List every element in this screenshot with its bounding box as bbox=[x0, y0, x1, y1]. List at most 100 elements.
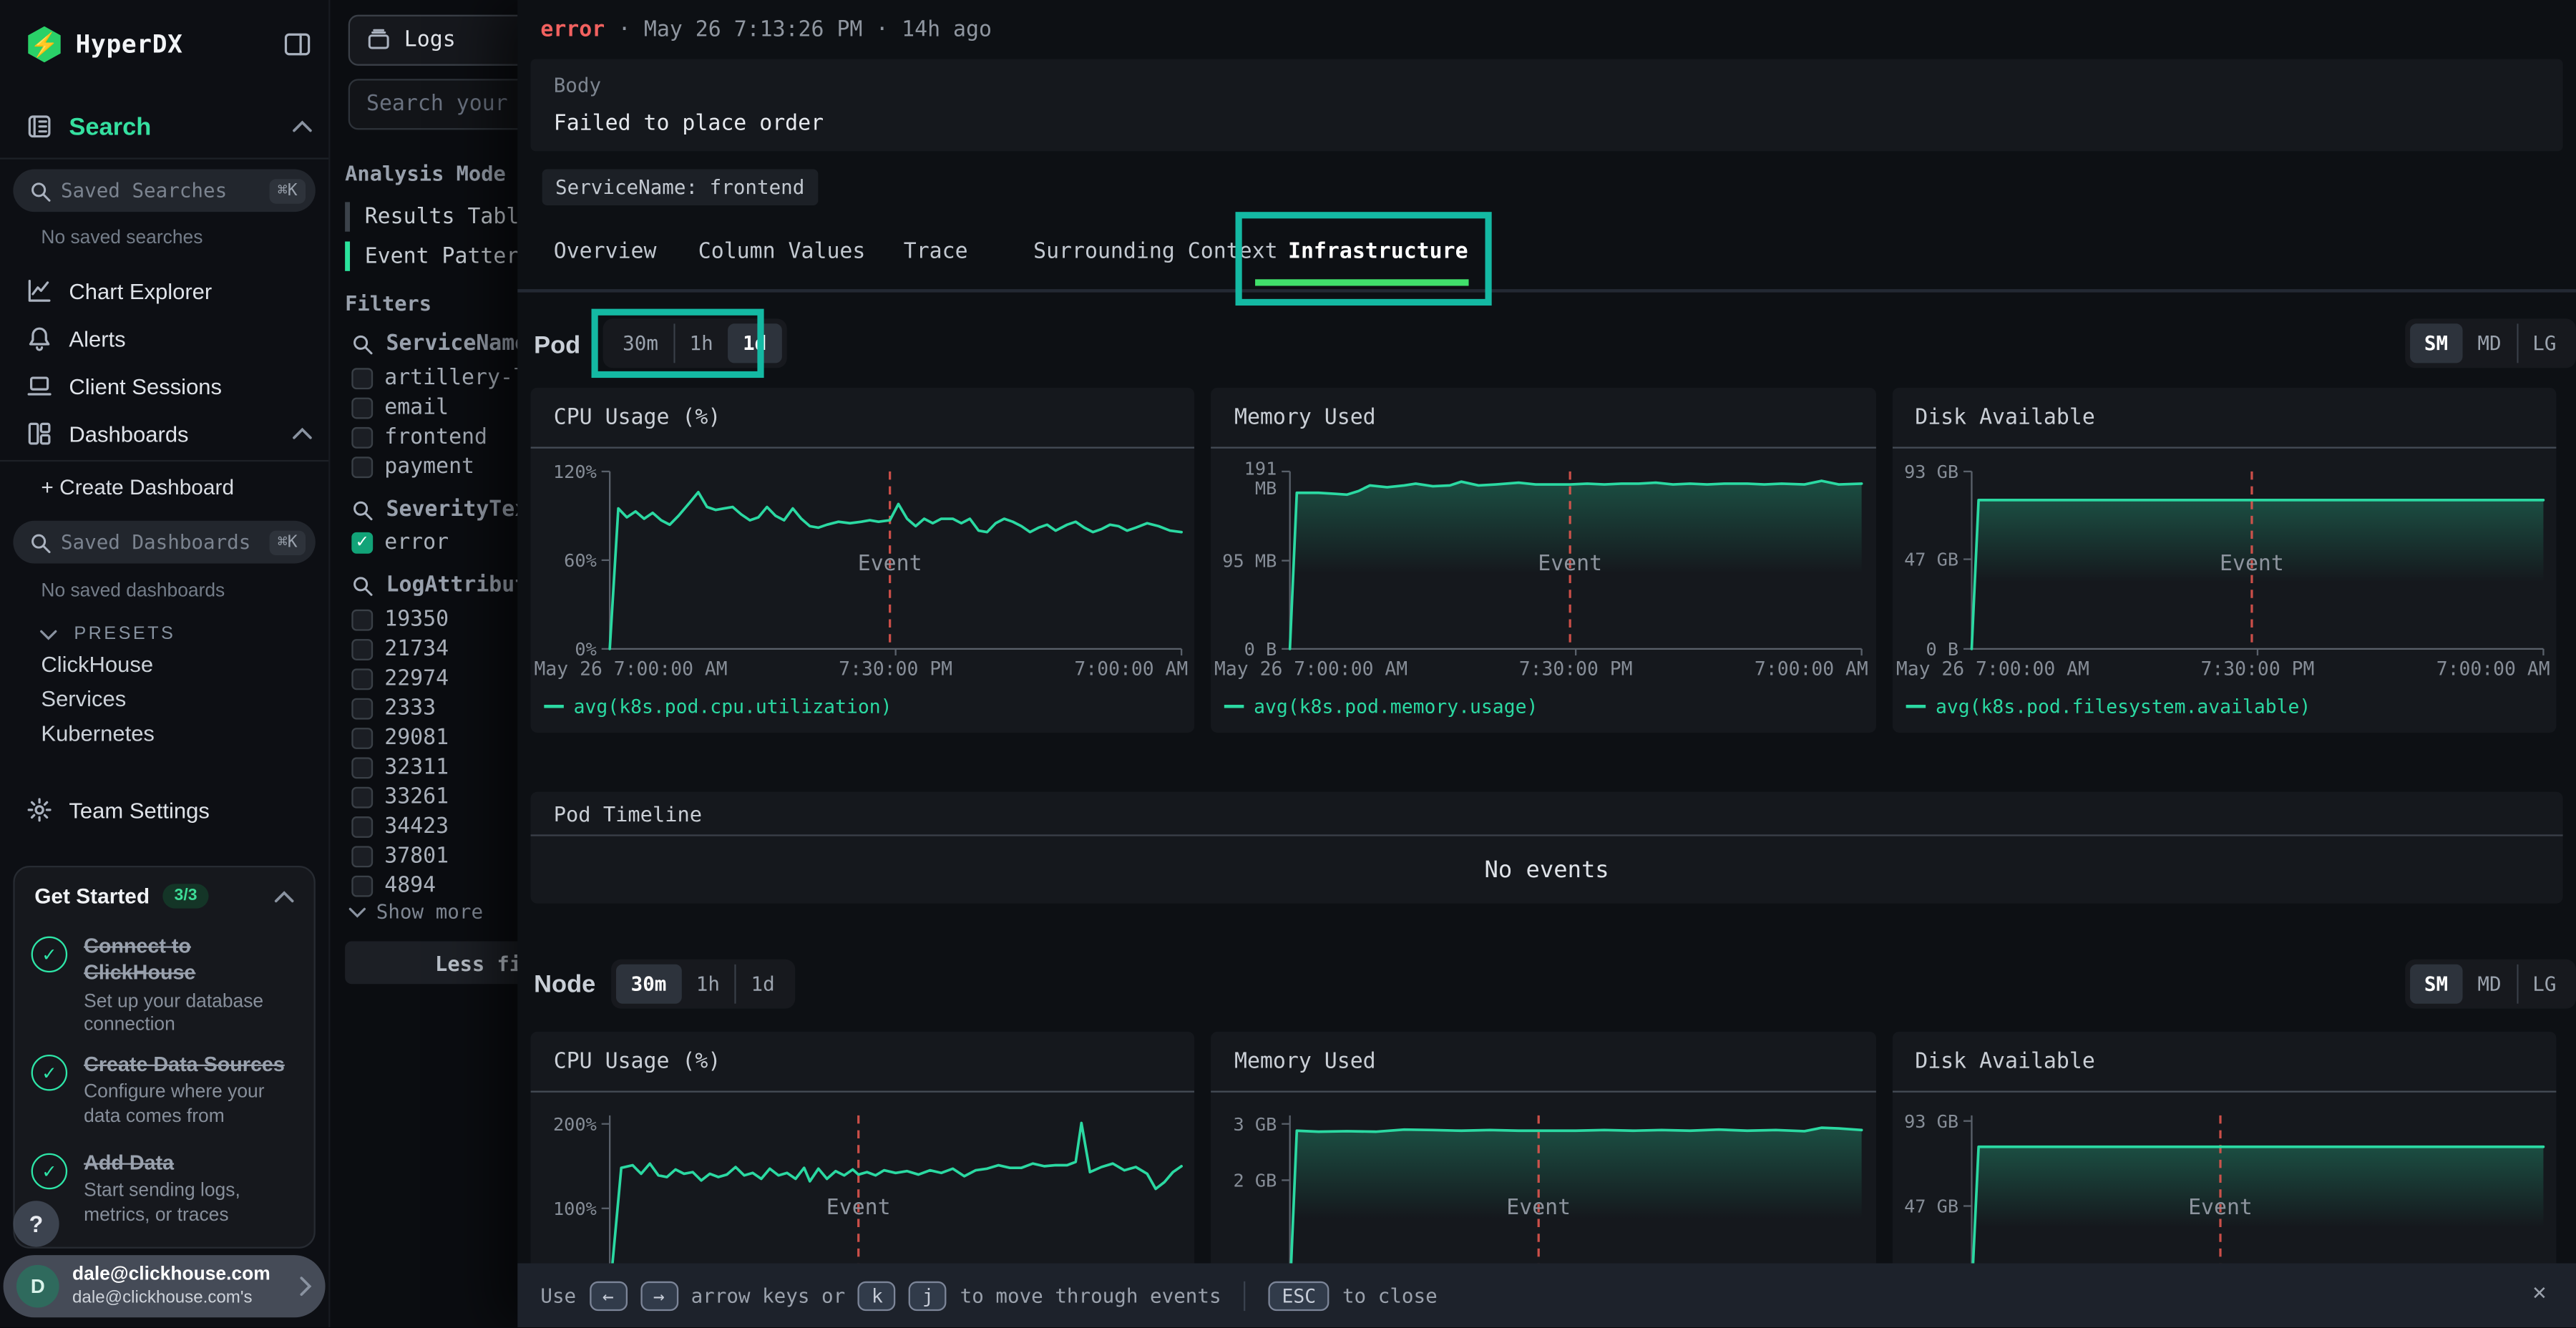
sidebar-item-search[interactable]: Search bbox=[26, 109, 312, 145]
dashboards-icon bbox=[26, 421, 53, 447]
pod-timeline-card: Pod Timeline No events bbox=[531, 792, 2563, 904]
filter-option-34423[interactable]: 34423 bbox=[351, 813, 449, 839]
event-marker-label: Event bbox=[858, 551, 922, 576]
filter-option-33261[interactable]: 33261 bbox=[351, 783, 449, 810]
chevron-up-icon[interactable] bbox=[293, 120, 313, 133]
checkbox[interactable] bbox=[351, 845, 373, 866]
show-more-toggle[interactable]: Show more bbox=[348, 900, 483, 923]
chevron-up-icon[interactable] bbox=[274, 889, 294, 902]
saved-dashboards-input[interactable]: Saved Dashboards ⌘K bbox=[13, 521, 315, 564]
node-range-1d[interactable]: 1d bbox=[735, 965, 790, 1004]
tab-column-values[interactable]: Column Values bbox=[698, 240, 866, 264]
presets-toggle[interactable]: PRESETS bbox=[39, 616, 312, 653]
node-range-30m[interactable]: 30m bbox=[616, 965, 681, 1004]
tab-overview[interactable]: Overview bbox=[554, 240, 657, 264]
checkbox[interactable] bbox=[351, 668, 373, 689]
user-menu[interactable]: D dale@clickhouse.com dale@clickhouse.co… bbox=[4, 1255, 326, 1317]
chevron-down-icon bbox=[39, 628, 57, 640]
saved-searches-input[interactable]: Saved Searches ⌘K bbox=[13, 169, 315, 212]
checkbox[interactable] bbox=[351, 816, 373, 837]
node-size-sm[interactable]: SM bbox=[2409, 965, 2463, 1004]
tab-trace[interactable]: Trace bbox=[904, 240, 968, 264]
checkbox[interactable] bbox=[351, 426, 373, 448]
filter-option-32311[interactable]: 32311 bbox=[351, 754, 449, 781]
node-size-lg[interactable]: LG bbox=[2516, 965, 2571, 1004]
pod-size-lg[interactable]: LG bbox=[2516, 323, 2571, 363]
checkbox-checked[interactable]: ✓ bbox=[351, 532, 373, 553]
tab-surrounding-context[interactable]: Surrounding Context bbox=[1033, 240, 1277, 264]
filter-option-29081[interactable]: 29081 bbox=[351, 724, 449, 751]
checkbox[interactable] bbox=[351, 456, 373, 477]
collapse-sidebar-icon[interactable] bbox=[283, 29, 312, 59]
chart-legend: avg(k8s.pod.filesystem.available) bbox=[1935, 695, 2310, 718]
sidebar-item-label: Dashboards bbox=[69, 421, 188, 446]
get-started-step[interactable]: ✓ Create Data Sources Configure where yo… bbox=[31, 1051, 301, 1130]
checkbox[interactable] bbox=[351, 396, 373, 418]
pod-range-1h[interactable]: 1h bbox=[673, 323, 728, 363]
svg-text:May 26 7:00:00 AM: May 26 7:00:00 AM bbox=[535, 658, 728, 680]
chart-plot-pod-mem: 191MB95 MB0 BMay 26 7:00:00 AM7:30:00 PM… bbox=[1211, 449, 1875, 733]
checkbox[interactable] bbox=[351, 367, 373, 389]
sidebar-item-client-sessions[interactable]: Client Sessions bbox=[26, 368, 312, 404]
filter-option-error[interactable]: ✓error bbox=[351, 529, 449, 555]
checkbox[interactable] bbox=[351, 638, 373, 660]
event-marker-label: Event bbox=[2219, 551, 2283, 576]
checkbox[interactable] bbox=[351, 727, 373, 748]
sidebar-item-alerts[interactable]: Alerts bbox=[26, 321, 312, 357]
checkbox[interactable] bbox=[351, 875, 373, 897]
no-saved-dashboards-text: No saved dashboards bbox=[41, 582, 225, 602]
checkbox[interactable] bbox=[351, 609, 373, 630]
checkbox[interactable] bbox=[351, 698, 373, 719]
close-panel-icon[interactable]: ✕ bbox=[2532, 1280, 2546, 1307]
pod-range-30m[interactable]: 30m bbox=[608, 323, 673, 363]
event-marker-label: Event bbox=[2187, 1195, 2252, 1220]
search-icon bbox=[351, 499, 373, 521]
chevron-right-icon bbox=[299, 1276, 312, 1297]
get-started-step[interactable]: ✓ Connect to ClickHouse Set up your data… bbox=[31, 933, 301, 1039]
filter-option-4894[interactable]: 4894 bbox=[351, 872, 436, 899]
filter-option-22974[interactable]: 22974 bbox=[351, 665, 449, 692]
chevron-down-icon bbox=[348, 906, 366, 917]
filter-option-payment[interactable]: payment bbox=[351, 454, 474, 480]
pod-size-sm[interactable]: SM bbox=[2409, 323, 2463, 363]
help-button[interactable]: ? bbox=[13, 1201, 59, 1246]
node-range-1h[interactable]: 1h bbox=[681, 965, 735, 1004]
svg-text:100%: 100% bbox=[553, 1198, 597, 1219]
create-dashboard-label: Create Dashboard bbox=[59, 475, 234, 499]
filter-option-21734[interactable]: 21734 bbox=[351, 636, 449, 663]
filter-option-email[interactable]: email bbox=[351, 394, 449, 421]
sidebar-item-team-settings[interactable]: Team Settings bbox=[26, 792, 312, 829]
checkbox[interactable] bbox=[351, 786, 373, 808]
chart-title: Disk Available bbox=[1892, 388, 2556, 449]
filter-option-2333[interactable]: 2333 bbox=[351, 695, 436, 721]
preset-services[interactable]: Services bbox=[41, 687, 126, 711]
preset-kubernetes[interactable]: Kubernetes bbox=[41, 721, 155, 746]
avatar: D bbox=[16, 1265, 59, 1308]
event-age: 14h ago bbox=[902, 18, 992, 42]
preset-clickhouse[interactable]: ClickHouse bbox=[41, 652, 153, 676]
key-←: ← bbox=[590, 1281, 628, 1310]
sidebar-item-label: Chart Explorer bbox=[69, 278, 212, 303]
get-started-step[interactable]: ✓ Add Data Start sending logs, metrics, … bbox=[31, 1150, 301, 1229]
tab-infrastructure[interactable]: Infrastructure bbox=[1288, 240, 1468, 264]
create-dashboard-button[interactable]: + Create Dashboard bbox=[41, 475, 234, 499]
laptop-icon bbox=[26, 373, 53, 399]
filter-option-19350[interactable]: 19350 bbox=[351, 606, 449, 633]
saved-searches-placeholder: Saved Searches bbox=[61, 179, 260, 202]
svg-text:60%: 60% bbox=[564, 550, 597, 571]
service-name-tag[interactable]: ServiceName: frontend bbox=[542, 169, 818, 205]
filter-option-37801[interactable]: 37801 bbox=[351, 843, 449, 869]
checkbox[interactable] bbox=[351, 756, 373, 778]
chart-card-pod-cpu: CPU Usage (%)120%60%0%May 26 7:00:00 AM7… bbox=[531, 388, 1195, 733]
node-size-md[interactable]: MD bbox=[2463, 965, 2517, 1004]
pod-range-1d[interactable]: 1d bbox=[728, 323, 781, 363]
sidebar-item-dashboards[interactable]: Dashboards bbox=[26, 416, 312, 452]
plus-icon: + bbox=[41, 475, 53, 499]
shortcut-badge: ⌘K bbox=[269, 529, 306, 554]
sidebar-item-chart-explorer[interactable]: Chart Explorer bbox=[26, 273, 312, 309]
pod-size-md[interactable]: MD bbox=[2463, 323, 2517, 363]
filter-option-label: frontend bbox=[384, 424, 487, 449]
chevron-up-icon[interactable] bbox=[293, 427, 313, 440]
chart-title: CPU Usage (%) bbox=[531, 388, 1195, 449]
filter-option-frontend[interactable]: frontend bbox=[351, 424, 487, 450]
